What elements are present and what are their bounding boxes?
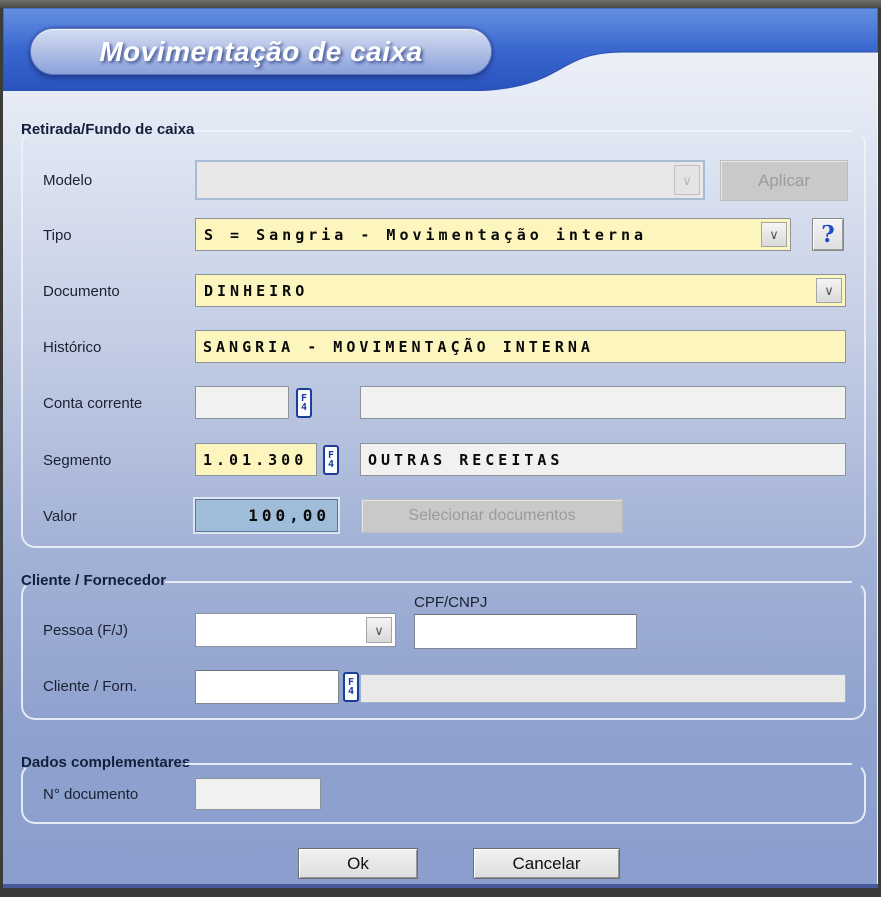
f4-button[interactable]: F4 [343, 672, 359, 702]
segmento-desc-input[interactable]: OUTRAS RECEITAS [360, 443, 846, 476]
conta-corrente-code-input[interactable] [195, 386, 289, 419]
tipo-label: Tipo [43, 227, 72, 244]
chevron-down-icon[interactable]: ∨ [761, 222, 787, 247]
chevron-down-icon[interactable]: ∨ [674, 165, 700, 195]
f4-button[interactable]: F4 [296, 388, 312, 418]
documento-combo[interactable]: DINHEIRO ∨ [195, 274, 846, 307]
cpf-cnpj-label: CPF/CNPJ [414, 594, 487, 611]
window-top-border [0, 0, 881, 8]
dialog-content: Movimentação de caixa Retirada/Fundo de … [3, 8, 878, 884]
historico-input[interactable]: SANGRIA - MOVIMENTAÇÃO INTERNA [195, 330, 846, 363]
segmento-code-input[interactable]: 1.01.300 [195, 443, 317, 476]
modelo-combo-value [205, 162, 669, 198]
f4-button[interactable]: F4 [323, 445, 339, 475]
historico-label: Histórico [43, 339, 101, 356]
ndocumento-input[interactable] [195, 778, 321, 810]
ndocumento-label: N° documento [43, 786, 138, 803]
modelo-label: Modelo [43, 172, 92, 189]
selecionar-documentos-button[interactable]: Selecionar documentos [361, 499, 623, 533]
tipo-combo-value: S = Sangria - Movimentação interna [204, 219, 756, 250]
footer-accent-bar [3, 884, 878, 888]
cpf-cnpj-input[interactable] [414, 614, 637, 649]
title-pill: Movimentação de caixa [30, 28, 492, 75]
ok-button[interactable]: Ok [298, 848, 418, 879]
pessoa-combo[interactable]: ∨ [195, 613, 396, 647]
cliente-forn-label: Cliente / Forn. [43, 678, 137, 695]
groupbox-dados [21, 763, 866, 824]
cliente-forn-desc-input[interactable] [360, 674, 846, 703]
pessoa-label: Pessoa (F/J) [43, 622, 128, 639]
segmento-label: Segmento [43, 452, 111, 469]
cliente-forn-code-input[interactable] [195, 670, 339, 704]
documento-combo-value: DINHEIRO [204, 275, 811, 306]
help-button[interactable]: ? [812, 218, 844, 251]
cancelar-button[interactable]: Cancelar [473, 848, 620, 879]
conta-corrente-desc-input[interactable] [360, 386, 846, 419]
modelo-combo[interactable]: ∨ [195, 160, 705, 200]
tipo-combo[interactable]: S = Sangria - Movimentação interna ∨ [195, 218, 791, 251]
documento-label: Documento [43, 283, 120, 300]
valor-input[interactable]: 100,00 [195, 499, 338, 532]
pessoa-combo-value [204, 614, 361, 646]
cash-movement-dialog: Movimentação de caixa Retirada/Fundo de … [0, 0, 881, 897]
conta-corrente-label: Conta corrente [43, 395, 142, 412]
page-title: Movimentação de caixa [99, 36, 422, 68]
chevron-down-icon[interactable]: ∨ [816, 278, 842, 303]
aplicar-button[interactable]: Aplicar [720, 160, 848, 201]
chevron-down-icon[interactable]: ∨ [366, 617, 392, 643]
valor-label: Valor [43, 508, 77, 525]
